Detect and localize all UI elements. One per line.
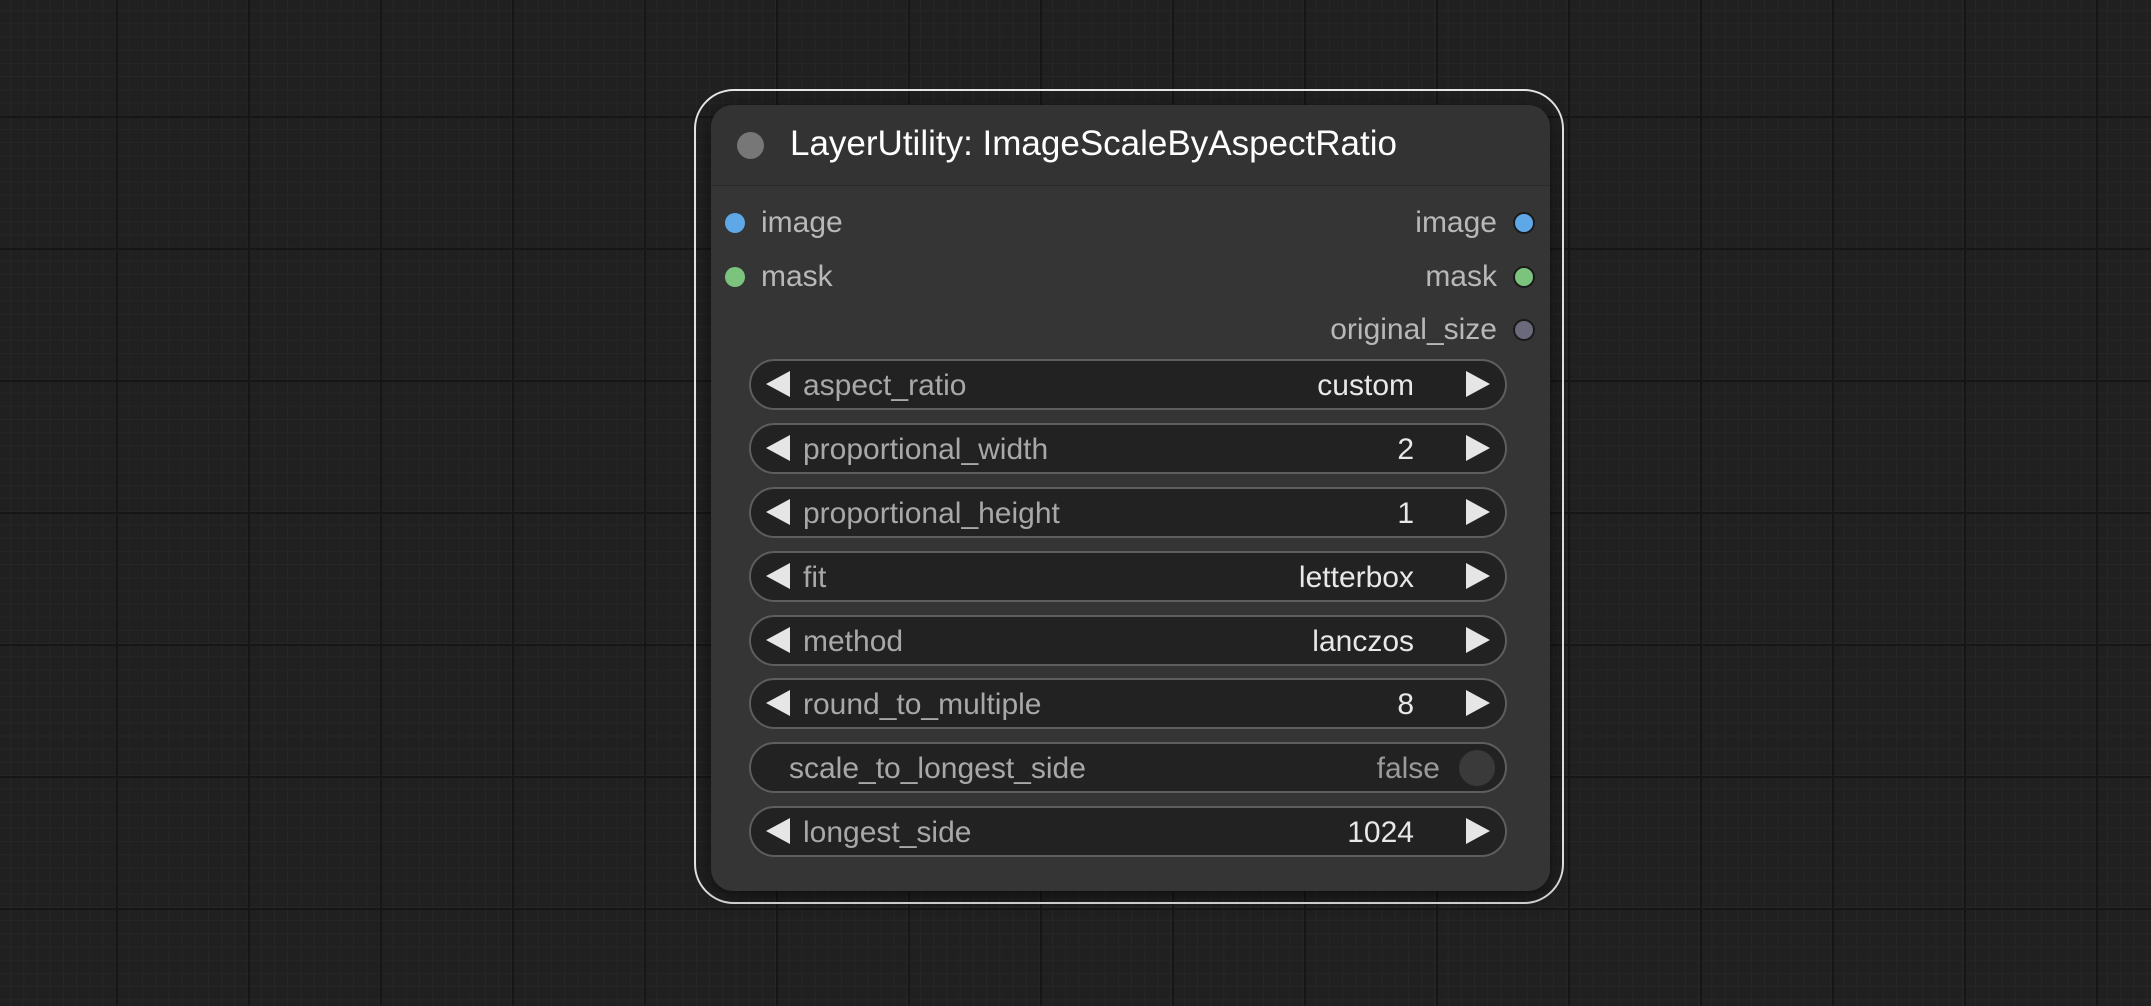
arrow-left-icon[interactable] (766, 690, 790, 716)
arrow-left-icon[interactable] (766, 818, 790, 844)
widget-value[interactable]: letterbox (1299, 561, 1414, 595)
arrow-left-icon[interactable] (766, 499, 790, 525)
output-slot-original-size[interactable]: original_size (1330, 310, 1535, 350)
widget-round-to-multiple[interactable]: round_to_multiple 8 (749, 678, 1507, 729)
widget-scale-to-longest-side-toggle[interactable]: scale_to_longest_side false (749, 742, 1507, 793)
widget-label: longest_side (803, 816, 972, 849)
node-header[interactable]: LayerUtility: ImageScaleByAspectRatio (711, 105, 1550, 186)
widget-proportional-width[interactable]: proportional_width 2 (749, 423, 1507, 474)
node-title: LayerUtility: ImageScaleByAspectRatio (790, 124, 1397, 163)
widget-longest-side[interactable]: longest_side 1024 (749, 806, 1507, 857)
input-image-connector-icon[interactable] (725, 213, 745, 233)
widget-label: proportional_height (803, 497, 1060, 530)
widget-value[interactable]: 8 (1397, 688, 1414, 722)
input-mask-connector-icon[interactable] (725, 267, 745, 287)
arrow-left-icon[interactable] (766, 371, 790, 397)
arrow-right-icon[interactable] (1466, 563, 1490, 589)
output-original-size-connector-icon[interactable] (1513, 319, 1535, 341)
widget-label: round_to_multiple (803, 688, 1042, 721)
widget-value[interactable]: lanczos (1312, 625, 1414, 659)
widget-value[interactable]: 1024 (1347, 816, 1414, 850)
widget-proportional-height[interactable]: proportional_height 1 (749, 487, 1507, 538)
widget-label: method (803, 625, 904, 658)
widget-method[interactable]: method lanczos (749, 615, 1507, 666)
widget-label: scale_to_longest_side (789, 752, 1086, 785)
widget-value[interactable]: 2 (1397, 433, 1414, 467)
output-slot-mask[interactable]: mask (1425, 257, 1535, 297)
widget-value: false (1376, 752, 1440, 785)
input-slot-image[interactable]: image (725, 203, 843, 243)
arrow-right-icon[interactable] (1466, 690, 1490, 716)
arrow-right-icon[interactable] (1466, 818, 1490, 844)
arrow-right-icon[interactable] (1466, 499, 1490, 525)
widget-label: fit (803, 561, 827, 594)
widget-label: aspect_ratio (803, 369, 967, 402)
output-image-connector-icon[interactable] (1513, 212, 1535, 234)
widget-value[interactable]: 1 (1397, 497, 1414, 531)
input-slot-label: mask (761, 260, 833, 293)
output-slot-label: image (1415, 206, 1497, 239)
node-layerutility-imagescalebyaspectratio[interactable]: LayerUtility: ImageScaleByAspectRatio im… (711, 105, 1550, 891)
widget-fit[interactable]: fit letterbox (749, 551, 1507, 602)
arrow-left-icon[interactable] (766, 627, 790, 653)
toggle-knob-icon[interactable] (1459, 750, 1495, 786)
circle-dot-icon[interactable] (737, 132, 764, 159)
output-slot-label: original_size (1330, 313, 1497, 346)
arrow-left-icon[interactable] (766, 435, 790, 461)
graph-canvas[interactable]: LayerUtility: ImageScaleByAspectRatio im… (0, 0, 2151, 1006)
input-slot-mask[interactable]: mask (725, 257, 833, 297)
output-slot-image[interactable]: image (1415, 203, 1535, 243)
widget-aspect-ratio[interactable]: aspect_ratio custom (749, 359, 1507, 410)
arrow-right-icon[interactable] (1466, 371, 1490, 397)
arrow-left-icon[interactable] (766, 563, 790, 589)
input-slot-label: image (761, 206, 843, 239)
arrow-right-icon[interactable] (1466, 435, 1490, 461)
widget-label: proportional_width (803, 433, 1049, 466)
arrow-right-icon[interactable] (1466, 627, 1490, 653)
widget-value[interactable]: custom (1317, 369, 1414, 403)
output-mask-connector-icon[interactable] (1513, 266, 1535, 288)
output-slot-label: mask (1425, 260, 1497, 293)
